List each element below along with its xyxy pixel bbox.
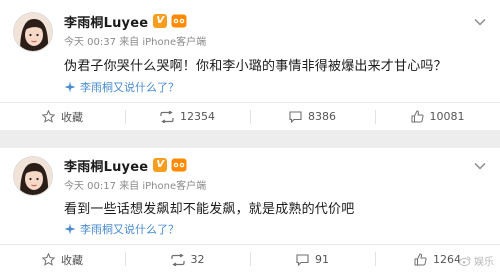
post-meta: 今天 00:37 来自 iPhone客户端 [64,33,206,48]
repost-icon [160,110,174,123]
thumbs-up-icon [414,253,427,266]
favorite-label: 收藏 [61,253,83,267]
topic-link-label: 李雨桐又说什么了？ [80,223,179,236]
member-level-icon [171,14,187,28]
star-icon [42,110,55,123]
post-card: 李雨桐Luyee V 今天 00:37 来自 iPhone客户端 伪君子你哭什么… [0,0,500,130]
repost-count: 32 [190,253,205,266]
comment-icon [296,253,309,266]
repost-button[interactable]: 12354 [125,103,250,130]
comment-count: 91 [315,253,329,266]
favorite-label: 收藏 [61,110,83,124]
avatar[interactable] [13,156,53,196]
username[interactable]: 李雨桐Luyee [64,12,148,31]
watermark-label: 娱乐 [474,257,494,268]
topic-link[interactable]: 李雨桐又说什么了？ [64,221,179,237]
chevron-down-icon[interactable] [474,162,486,170]
action-bar: 收藏 12354 8386 10081 [0,102,500,130]
username[interactable]: 李雨桐Luyee [64,156,148,175]
post-time: 今天 00:17 [64,181,116,192]
member-level-icon [171,158,187,172]
post-source: 来自 iPhone客户端 [119,37,207,48]
post-content: 看到一些话想发飙却不能发飙，就是成熟的代价吧 [64,202,355,217]
favorite-button[interactable]: 收藏 [0,245,125,274]
poll-icon [64,223,76,235]
vip-badge: V [153,158,168,172]
comment-count: 8386 [308,110,336,123]
repost-icon [170,253,185,266]
star-icon [42,253,55,266]
post-card: 李雨桐Luyee V 今天 00:17 来自 iPhone客户端 看到一些话想发… [0,148,500,274]
like-count: 1264 [433,253,461,266]
user-name-row: 李雨桐Luyee V [64,12,187,31]
topic-link-label: 李雨桐又说什么了？ [80,81,179,94]
chevron-down-icon[interactable] [474,18,486,26]
post-meta: 今天 00:17 来自 iPhone客户端 [64,177,206,192]
post-time: 今天 00:37 [64,37,116,48]
poll-icon [64,81,76,93]
favorite-button[interactable]: 收藏 [0,103,125,130]
repost-count: 12354 [180,110,215,123]
vip-badge: V [153,14,168,28]
thumbs-up-icon [411,110,424,123]
weibo-logo-icon [459,256,471,266]
like-count: 10081 [429,110,465,123]
action-bar: 收藏 32 91 1264 [0,244,500,274]
post-content: 伪君子你哭什么哭啊！你和李小璐的事情非得被爆出来才甘心吗？ [64,59,447,74]
comment-button[interactable]: 8386 [250,103,375,130]
comment-icon [289,110,302,123]
post-source: 来自 iPhone客户端 [119,181,207,192]
repost-button[interactable]: 32 [125,245,250,274]
watermark: 娱乐 [459,253,494,268]
avatar[interactable] [13,12,53,52]
comment-button[interactable]: 91 [250,245,375,274]
like-button[interactable]: 10081 [375,103,500,130]
user-name-row: 李雨桐Luyee V [64,156,187,175]
topic-link[interactable]: 李雨桐又说什么了？ [64,79,179,95]
